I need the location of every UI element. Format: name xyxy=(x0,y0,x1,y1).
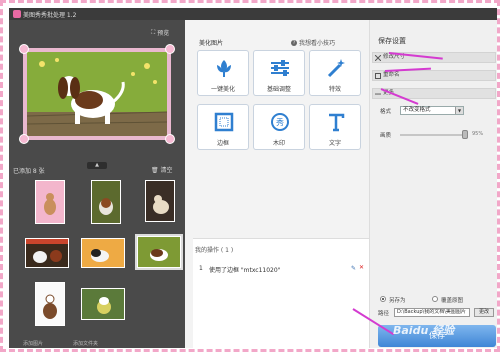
quality-label: 画质 xyxy=(380,133,392,139)
tool-text[interactable]: 文字 xyxy=(309,104,361,150)
add-images-button[interactable]: 添加图片 xyxy=(23,340,43,347)
flower-icon xyxy=(217,60,231,77)
tool-basic-adjust[interactable]: 基础调整 xyxy=(253,50,305,96)
text-icon xyxy=(329,113,345,132)
preview-button[interactable]: ⛶ 预览 xyxy=(151,28,170,38)
edit-panel: 美化图片 ? 我想看小技巧 一键美化 基础调整 特效 边框 秀 木印 文字 我的… xyxy=(185,20,369,348)
added-count: 已添加 8 张 xyxy=(13,168,45,175)
add-folder-button[interactable]: 添加文件夹 xyxy=(73,340,98,347)
quality-slider-handle[interactable] xyxy=(462,130,468,139)
overwrite-radio[interactable] xyxy=(432,296,438,302)
tool-label: 特效 xyxy=(328,86,341,93)
thumbnail[interactable] xyxy=(35,282,65,326)
edit-icon[interactable]: ✎ xyxy=(351,265,356,272)
tool-border[interactable]: 边框 xyxy=(197,104,249,150)
section-heading: 美化图片 xyxy=(199,40,224,47)
change-path-button[interactable]: 更改 xyxy=(474,308,494,317)
tool-watermark[interactable]: 秀 木印 xyxy=(253,104,305,150)
tool-label: 文字 xyxy=(328,140,341,147)
help-icon: ? xyxy=(291,39,297,46)
thumbnail-image xyxy=(44,193,56,215)
history-row[interactable]: 1 使用了边框 "mtxc11020" ✎ ✕ xyxy=(193,264,369,277)
format-select[interactable]: 不改变格式 ▼ xyxy=(400,106,464,115)
thumbnail[interactable] xyxy=(91,180,121,224)
app-window: 美图秀秀批处理 1.2 ⛶ 预览 ▲ 已添加 8 张 🗑 清空 添加图片 添加文… xyxy=(9,8,497,348)
thumbnail-image xyxy=(82,289,124,319)
magic-wand-icon xyxy=(327,59,345,78)
page-frame: 美图秀秀批处理 1.2 ⛶ 预览 ▲ 已添加 8 张 🗑 清空 添加图片 添加文… xyxy=(0,0,500,352)
thumbnail[interactable] xyxy=(81,288,125,320)
thumbnail[interactable] xyxy=(25,238,69,268)
thumbnail-image xyxy=(92,181,120,223)
thumbnail[interactable] xyxy=(145,180,175,222)
path-label: 路径 xyxy=(378,311,390,317)
delete-icon[interactable]: ✕ xyxy=(359,264,364,271)
tool-effects[interactable]: 特效 xyxy=(309,50,361,96)
image-list-panel: ⛶ 预览 ▲ 已添加 8 张 🗑 清空 添加图片 添加文件夹 xyxy=(9,20,185,348)
thumbnail[interactable] xyxy=(35,180,65,224)
app-icon xyxy=(13,10,21,18)
save-settings-heading: 保存设置 xyxy=(378,37,406,45)
more-icon xyxy=(375,93,381,95)
tool-label: 木印 xyxy=(272,140,285,147)
quality-slider-track[interactable] xyxy=(400,134,468,136)
tool-label: 边框 xyxy=(216,140,229,147)
svg-text:秀: 秀 xyxy=(276,117,284,127)
stamp-icon: 秀 xyxy=(271,113,289,131)
frame-icon xyxy=(214,112,234,132)
preview-photo xyxy=(27,52,167,136)
rename-icon xyxy=(375,73,381,79)
preview-icon: ⛶ xyxy=(151,28,156,36)
chevron-down-icon: ▼ xyxy=(455,107,463,114)
resize-handle[interactable] xyxy=(165,44,175,54)
tool-label: 基础调整 xyxy=(266,86,291,93)
tips-link[interactable]: ? 我想看小技巧 xyxy=(291,38,335,47)
preview-label: 预览 xyxy=(157,30,170,37)
thumbnail-image xyxy=(82,239,124,267)
collapse-toggle[interactable]: ▲ xyxy=(87,162,107,169)
left-bottom-bar: 添加图片 添加文件夹 xyxy=(9,340,185,348)
history-panel: 我的操作 ( 1 ) 1 使用了边框 "mtxc11020" ✎ ✕ xyxy=(193,238,369,348)
sliders-icon xyxy=(271,60,289,76)
path-input[interactable]: D:\Backup\我的文档\美图图片 xyxy=(394,308,470,317)
thumbnail-image xyxy=(146,181,174,221)
image-preview xyxy=(19,44,175,144)
title-bar: 美图秀秀批处理 1.2 xyxy=(9,8,497,20)
tool-auto-beautify[interactable]: 一键美化 xyxy=(197,50,249,96)
thumbnail-selected[interactable] xyxy=(135,234,183,270)
thumbnail-image xyxy=(26,239,68,267)
format-label: 格式 xyxy=(380,109,392,115)
history-header: 我的操作 ( 1 ) xyxy=(195,247,234,254)
save-as-radio[interactable] xyxy=(380,296,386,302)
watermark: Baidu 经验 xyxy=(393,324,455,337)
history-text: 使用了边框 "mtxc11020" xyxy=(209,267,281,274)
thumbnail-image xyxy=(36,283,64,325)
window-title: 美图秀秀批处理 1.2 xyxy=(23,12,77,19)
resize-handle[interactable] xyxy=(19,44,29,54)
quality-value: 95% xyxy=(472,131,484,137)
overwrite-label: 覆盖原图 xyxy=(441,298,464,304)
thumbnail[interactable] xyxy=(81,238,125,268)
thumbnail-image xyxy=(138,237,180,267)
save-as-label: 另存为 xyxy=(389,298,406,304)
thumbnail-grid xyxy=(21,178,183,338)
clear-button[interactable]: 🗑 清空 xyxy=(151,165,173,174)
resize-handle[interactable] xyxy=(19,134,29,144)
resize-handle[interactable] xyxy=(165,134,175,144)
history-index: 1 xyxy=(199,265,203,272)
resize-icon xyxy=(375,55,381,61)
tool-label: 一键美化 xyxy=(210,86,235,93)
dog-photo xyxy=(27,52,167,136)
